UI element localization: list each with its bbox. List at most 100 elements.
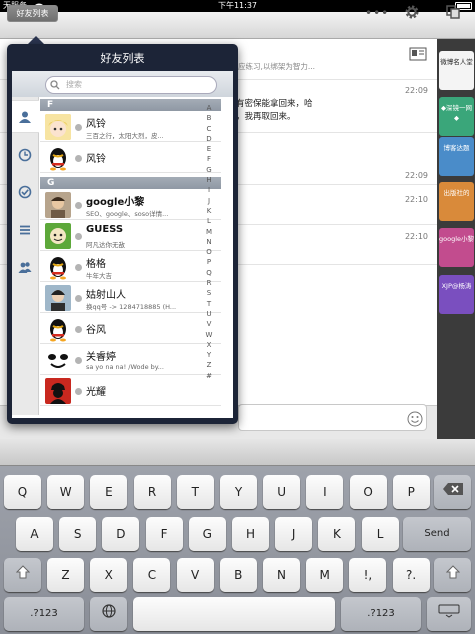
green-avatar: [45, 223, 71, 249]
index-letter[interactable]: U: [202, 309, 216, 319]
index-letter[interactable]: T: [202, 299, 216, 309]
key-o[interactable]: O: [349, 475, 387, 509]
index-letter[interactable]: H: [202, 175, 216, 185]
key-a[interactable]: A: [16, 517, 53, 551]
person-icon[interactable]: [18, 110, 32, 124]
friend-row[interactable]: google小黎 SEO、google、soso详情...: [40, 190, 221, 220]
key-j[interactable]: J: [275, 517, 313, 551]
friend-status: SEO、google、soso详情...: [86, 210, 169, 218]
index-letter[interactable]: D: [202, 134, 216, 144]
right-tab[interactable]: 微博名人堂: [439, 51, 474, 90]
key-letter[interactable]: B: [219, 558, 257, 592]
key-letter[interactable]: N: [263, 558, 300, 592]
key-w[interactable]: W: [47, 475, 85, 509]
index-letter[interactable]: Q: [202, 268, 216, 278]
right-tab[interactable]: ◆深镜一网◆: [439, 97, 474, 136]
key-g[interactable]: G: [188, 517, 226, 551]
key-p[interactable]: P: [392, 475, 430, 509]
list-icon[interactable]: [18, 223, 32, 237]
index-letter[interactable]: V: [202, 319, 216, 329]
check-circle-icon[interactable]: [18, 185, 32, 199]
clock-icon[interactable]: [18, 148, 32, 162]
key-s[interactable]: S: [59, 517, 97, 551]
index-letter[interactable]: E: [202, 144, 216, 154]
copy-icon[interactable]: [446, 5, 460, 19]
index-letter[interactable]: F: [202, 154, 216, 164]
shift-icon: [15, 565, 30, 579]
index-letter[interactable]: I: [202, 185, 216, 195]
index-letter[interactable]: X: [202, 340, 216, 350]
friend-row[interactable]: 风铃 三百之行，太阳大烈，皮...: [40, 112, 221, 142]
shift-right-key[interactable]: [434, 558, 471, 592]
group-icon[interactable]: [18, 260, 32, 274]
send-key[interactable]: Send: [403, 517, 471, 551]
friend-row[interactable]: GUESS 阿凡达你无敌: [40, 221, 221, 251]
numbers-key-left[interactable]: .?123: [4, 597, 84, 631]
key-letter[interactable]: C: [133, 558, 171, 592]
friend-row[interactable]: 光耀: [40, 376, 221, 406]
key-i[interactable]: I: [306, 475, 344, 509]
index-letter[interactable]: Y: [202, 350, 216, 360]
globe-key[interactable]: [90, 597, 127, 631]
index-letter[interactable]: J: [202, 196, 216, 206]
right-tab[interactable]: XJP@杨涛: [439, 275, 474, 314]
key-h[interactable]: H: [232, 517, 269, 551]
index-letter[interactable]: P: [202, 257, 216, 267]
index-letter[interactable]: M: [202, 227, 216, 237]
key-q[interactable]: Q: [4, 475, 41, 509]
right-tab-label: 出版社的: [443, 189, 470, 197]
index-letter[interactable]: C: [202, 124, 216, 134]
friend-row[interactable]: 风铃: [40, 143, 221, 173]
index-letter[interactable]: A: [202, 103, 216, 113]
key-letter[interactable]: Z: [47, 558, 84, 592]
hide-keyboard-key[interactable]: [427, 597, 471, 631]
index-letter[interactable]: G: [202, 165, 216, 175]
key-letter[interactable]: X: [90, 558, 128, 592]
alphabet-index[interactable]: A B C D E F G H I J K L M N O P Q R S T U V W X Y Z #: [202, 103, 216, 381]
key-l[interactable]: L: [361, 517, 399, 551]
index-letter[interactable]: N: [202, 237, 216, 247]
key-f[interactable]: F: [145, 517, 183, 551]
index-letter[interactable]: #: [202, 371, 216, 381]
key-t[interactable]: T: [176, 475, 214, 509]
penguin-avatar: [45, 145, 71, 171]
friend-status: 牛年大吉: [86, 272, 112, 280]
search-icon: [50, 80, 60, 90]
index-letter[interactable]: S: [202, 288, 216, 298]
index-letter[interactable]: W: [202, 330, 216, 340]
friend-row[interactable]: 关睿婷 sa yo na na! /Wode by...: [40, 345, 221, 375]
key-u[interactable]: U: [263, 475, 301, 509]
friend-row[interactable]: 格格 牛年大吉: [40, 252, 221, 282]
index-letter[interactable]: R: [202, 278, 216, 288]
gear-icon[interactable]: [404, 4, 420, 20]
friend-row[interactable]: 姑射山人 换qq号 -> 1284718885 (H...: [40, 283, 221, 313]
smiley-icon[interactable]: [407, 411, 423, 427]
right-tab[interactable]: google小黎: [439, 228, 474, 267]
shift-left-key[interactable]: [4, 558, 41, 592]
index-letter[interactable]: K: [202, 206, 216, 216]
key-letter[interactable]: V: [176, 558, 214, 592]
more-icon[interactable]: •••: [365, 7, 389, 19]
index-letter[interactable]: Z: [202, 360, 216, 370]
index-letter[interactable]: B: [202, 113, 216, 123]
friends-list-button[interactable]: 好友列表: [7, 5, 58, 22]
key-k[interactable]: K: [318, 517, 356, 551]
message-input[interactable]: [238, 404, 427, 431]
friend-row[interactable]: 谷风: [40, 314, 221, 344]
right-tab[interactable]: 博客达题: [439, 137, 474, 176]
key-letter[interactable]: !,: [349, 558, 387, 592]
blonde-anime-avatar: [45, 114, 71, 140]
index-letter[interactable]: L: [202, 216, 216, 226]
backspace-key[interactable]: [434, 475, 471, 509]
key-e[interactable]: E: [90, 475, 128, 509]
space-key[interactable]: [133, 597, 335, 631]
key-r[interactable]: R: [133, 475, 171, 509]
key-d[interactable]: D: [102, 517, 140, 551]
status-dot: [75, 124, 82, 131]
key-letter[interactable]: M: [306, 558, 344, 592]
key-letter[interactable]: ?.: [392, 558, 430, 592]
key-y[interactable]: Y: [220, 475, 257, 509]
index-letter[interactable]: O: [202, 247, 216, 257]
numbers-key-right[interactable]: .?123: [341, 597, 421, 631]
right-tab[interactable]: 出版社的: [439, 182, 474, 221]
